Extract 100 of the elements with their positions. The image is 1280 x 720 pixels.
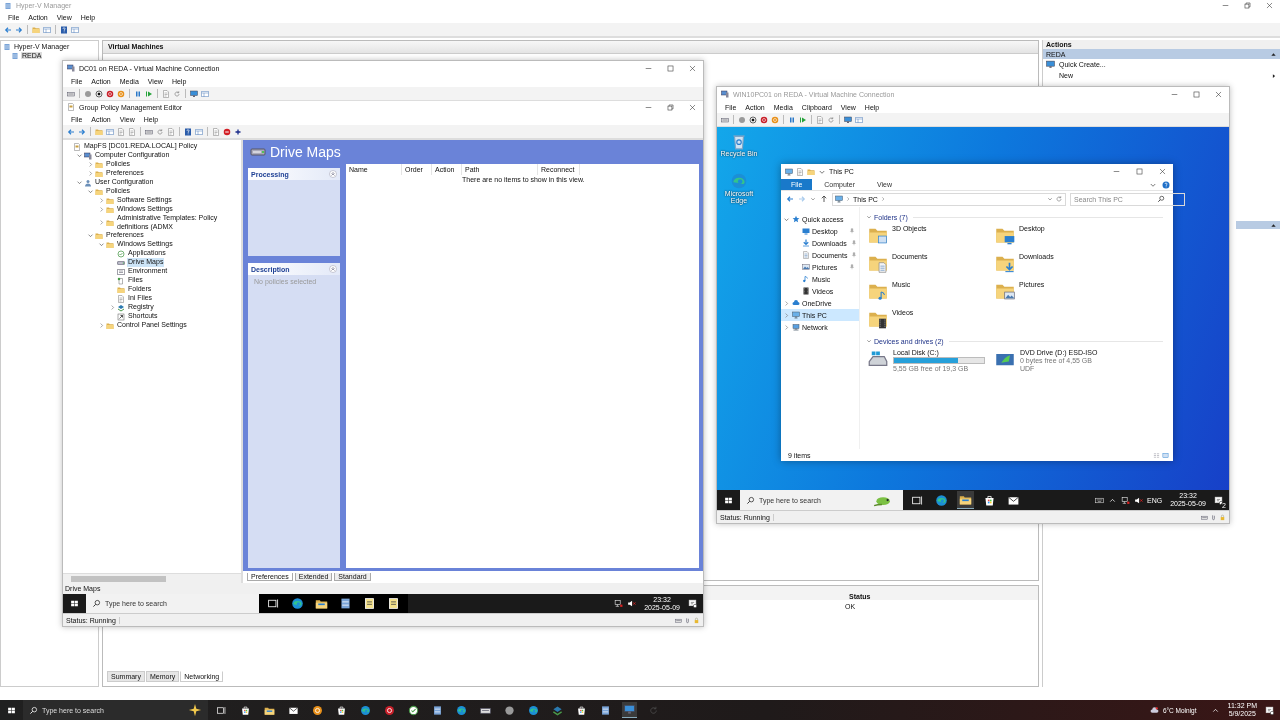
collapse-icon[interactable]	[329, 265, 337, 273]
restore-icon[interactable]	[666, 102, 675, 112]
enhanced-session-icon[interactable]	[190, 89, 198, 98]
add-icon[interactable]	[234, 127, 242, 136]
volume-icon[interactable]	[1134, 495, 1143, 505]
revert-icon[interactable]	[827, 115, 835, 124]
chevron-down-icon[interactable]	[98, 241, 105, 248]
chevron-down-icon[interactable]	[76, 152, 83, 159]
forward-arrow-icon[interactable]	[15, 25, 23, 34]
folder-icon	[106, 240, 114, 249]
hard-drive-icon[interactable]	[868, 349, 888, 369]
collapse-icon[interactable]	[866, 338, 872, 344]
pin-icon[interactable]	[849, 264, 855, 270]
music-note-icon	[802, 275, 810, 283]
start-icon[interactable]	[724, 495, 733, 505]
computer-icon	[84, 151, 92, 160]
start-icon[interactable]	[738, 115, 746, 124]
refresh-icon	[1055, 195, 1063, 203]
window-icon	[67, 64, 75, 72]
shut-down-icon[interactable]	[760, 115, 768, 124]
chevron-right-icon[interactable]	[98, 219, 105, 226]
chevron-right-icon[interactable]	[109, 304, 116, 311]
chevron-down-icon[interactable]	[87, 232, 94, 239]
chevron-right-icon[interactable]	[98, 206, 105, 213]
close-icon[interactable]	[1158, 167, 1167, 176]
horizontal-scrollbar[interactable]	[63, 573, 241, 583]
pause-icon[interactable]	[134, 89, 142, 98]
chevron-down-icon[interactable]	[87, 188, 94, 195]
pin-icon[interactable]	[851, 252, 858, 258]
help-icon[interactable]	[184, 127, 192, 136]
chevron-right-icon[interactable]	[783, 299, 790, 307]
back-arrow-icon[interactable]	[786, 195, 794, 203]
network-icon[interactable]	[1121, 495, 1130, 505]
computer-icon	[785, 167, 793, 176]
panel-icon[interactable]	[43, 25, 51, 34]
help-icon[interactable]	[60, 25, 68, 34]
properties-icon[interactable]	[212, 127, 220, 136]
weather-icon[interactable]	[1149, 705, 1159, 715]
notifications-icon[interactable]	[1214, 495, 1223, 505]
pin-icon[interactable]	[850, 240, 857, 246]
notifications-icon[interactable]	[688, 599, 697, 608]
panel-icon[interactable]	[106, 127, 114, 136]
folder-icon[interactable]	[957, 491, 974, 509]
properties-icon[interactable]	[796, 167, 804, 176]
chevron-right-icon[interactable]	[87, 161, 94, 168]
chevron-right-icon[interactable]	[783, 311, 790, 319]
tiles-view-icon[interactable]	[1162, 451, 1169, 459]
keyboard-icon	[1201, 513, 1208, 521]
maximize-icon[interactable]	[1192, 89, 1201, 99]
search-icon	[29, 705, 38, 715]
turn-off-icon[interactable]	[95, 89, 103, 98]
back-arrow-icon[interactable]	[67, 127, 75, 136]
close-icon[interactable]	[1214, 89, 1223, 99]
chevron-down-icon[interactable]	[76, 179, 83, 186]
maximize-icon[interactable]	[1135, 167, 1144, 176]
help-icon[interactable]	[1162, 180, 1170, 189]
pause-icon[interactable]	[788, 115, 796, 124]
picture-icon	[802, 263, 810, 271]
chevron-right-icon[interactable]	[98, 322, 105, 329]
maximize-icon[interactable]	[666, 63, 675, 73]
close-icon[interactable]	[688, 63, 697, 73]
collapse-icon[interactable]	[866, 214, 872, 220]
save-icon[interactable]	[771, 115, 779, 124]
new-folder-icon[interactable]	[807, 167, 815, 176]
chevron-right-icon[interactable]	[98, 197, 105, 204]
forward-arrow-icon[interactable]	[78, 127, 86, 136]
restore-icon[interactable]	[1243, 1, 1252, 10]
shut-down-icon[interactable]	[106, 89, 114, 98]
close-icon[interactable]	[1265, 1, 1274, 10]
recycle-bin-icon[interactable]	[730, 132, 748, 150]
block-icon[interactable]	[223, 127, 231, 136]
close-icon[interactable]	[688, 102, 697, 112]
back-arrow-icon[interactable]	[4, 25, 12, 34]
reset-icon[interactable]	[145, 89, 153, 98]
folder-up-icon[interactable]	[32, 25, 40, 34]
details-view-icon[interactable]	[1153, 451, 1160, 459]
chevron-right-icon[interactable]	[87, 170, 94, 177]
pin-icon[interactable]	[849, 228, 855, 234]
up-arrow-icon[interactable]	[820, 195, 828, 203]
folder-up-icon[interactable]	[95, 127, 103, 136]
collapse-icon[interactable]	[329, 170, 337, 178]
network-icon[interactable]	[614, 599, 624, 608]
zoom-icon[interactable]	[201, 89, 209, 98]
enhanced-session-icon[interactable]	[844, 115, 852, 124]
revert-icon[interactable]	[173, 89, 181, 98]
refresh-icon[interactable]	[156, 127, 164, 136]
turn-off-icon[interactable]	[749, 115, 757, 124]
start-icon[interactable]	[7, 705, 16, 715]
reset-icon[interactable]	[799, 115, 807, 124]
dropdown-icon[interactable]	[810, 196, 816, 202]
zoom-icon[interactable]	[855, 115, 863, 124]
start-icon[interactable]	[84, 89, 92, 98]
start-icon[interactable]	[70, 599, 79, 608]
chevron-right-icon[interactable]	[783, 323, 790, 331]
volume-icon[interactable]	[627, 599, 637, 608]
save-icon[interactable]	[117, 89, 125, 98]
notifications-icon[interactable]	[1265, 705, 1274, 715]
collapse-caret-icon[interactable]	[1270, 221, 1277, 229]
collapse-caret-icon[interactable]	[1270, 50, 1277, 58]
keyboard-icon[interactable]	[1095, 495, 1104, 505]
